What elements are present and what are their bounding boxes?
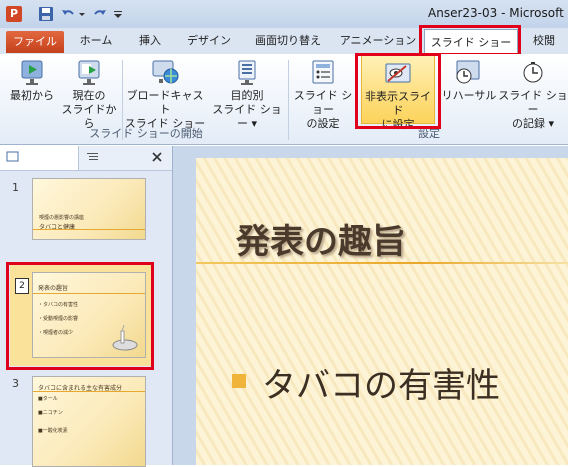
slide-thumbnail-3[interactable]: タバコに含まれる主な有害成分 ■タール ■ニコチン ■一酸化炭素 [32,376,146,467]
thumbnail-text: ■タール [38,396,58,402]
rehearse-timings-button[interactable]: リハーサル [440,54,498,126]
slide-canvas[interactable] [196,158,568,465]
ashtray-illustration [112,325,138,351]
custom-slide-show-button[interactable]: 目的別 スライド ショー ▾ [210,54,284,130]
ribbon-group-separator [288,60,289,140]
ribbon: 最初から 現在の スライドから ブロードキャスト スライド ショー 目的別 スラ… [0,54,568,145]
slides-view-icon [6,151,19,162]
rehearse-timings-icon [455,60,483,86]
powerpoint-app-icon[interactable]: P [6,6,22,22]
tab-transitions[interactable]: 画面切り替え [246,28,330,54]
set-up-slide-show-label: スライド ショー の設定 [293,89,353,130]
set-up-slide-show-icon [309,60,337,86]
thumbnail-text: ・タバコの有害性 [38,302,79,308]
slide-number: 3 [12,377,19,390]
thumbnail-rule [33,293,145,294]
undo-icon[interactable] [60,6,76,22]
broadcast-slide-show-label: ブロードキャスト スライド ショー [124,89,206,130]
tab-slide-show[interactable]: スライド ショー [424,29,518,55]
hidden-slide-number: 2 [15,278,29,294]
tab-review[interactable]: 校閲 [524,28,564,54]
slide-title[interactable]: 発表の趣旨 [236,214,406,263]
set-up-slide-show-button[interactable]: スライド ショー の設定 [290,54,356,130]
ribbon-tab-bar: ファイル ホーム 挿入 デザイン 画面切り替え アニメーション スライド ショー… [0,28,568,55]
tab-design[interactable]: デザイン [178,28,240,54]
save-icon[interactable] [38,6,54,22]
play-from-current-icon [75,60,103,86]
group-label-set-up: 設定 [418,127,440,140]
outline-view-icon [87,153,98,160]
hide-slide-button[interactable]: 非表示スライド に設定 [361,54,435,131]
slide-thumbnail-1[interactable]: 喫煙の悪影響の講座 タバコと健康 [32,178,146,240]
record-slide-show-label: スライド ショー の記録 ▾ [498,89,568,130]
custom-slide-show-label: 目的別 スライド ショー ▾ [212,89,282,130]
record-slide-show-icon [519,60,547,86]
tab-file[interactable]: ファイル [6,31,64,53]
thumbnail-text: 発表の趣旨 [38,285,69,292]
tab-home[interactable]: ホーム [70,28,122,54]
thumbnail-text: ■一酸化炭素 [38,428,68,434]
thumbnail-rule [33,391,145,392]
window-title: Anser23-03 - Microsoft P [428,6,568,20]
hide-slide-icon [384,61,412,87]
slide-thumbnail-2[interactable]: 発表の趣旨 ・タバコの有害性 ・受動喫煙の影響 ・喫煙者の減少 [32,272,146,358]
thumbnail-text: ・喫煙者の減少 [38,330,74,336]
from-current-slide-label: 現在の スライドから [61,89,117,130]
thumbnail-rule [33,229,145,230]
slide-number: 1 [12,181,19,194]
tab-insert[interactable]: 挿入 [128,28,172,54]
broadcast-globe-icon [151,60,179,86]
from-current-slide-button[interactable]: 現在の スライドから [58,54,120,130]
slide-bullet-text[interactable]: タバコの有害性 [262,358,500,407]
from-beginning-button[interactable]: 最初から [6,54,58,126]
group-label-start-slide-show: スライド ショーの開始 [89,127,203,140]
tab-animations[interactable]: アニメーション [336,28,420,54]
play-from-start-icon [18,60,46,86]
rehearse-timings-label: リハーサル [441,89,497,102]
custom-slide-show-icon [233,60,261,86]
thumbnail-text: ・受動喫煙の影響 [38,316,79,322]
from-beginning-label: 最初から [10,89,54,102]
redo-icon[interactable] [92,6,108,22]
slide-title-rule [196,262,568,264]
thumbnail-text: 喫煙の悪影響の講座 [39,215,85,221]
thumbnail-text: ■ニコチン [38,410,63,416]
record-slide-show-button[interactable]: スライド ショー の記録 ▾ [498,54,568,130]
undo-dropdown-icon[interactable] [78,6,86,22]
bullet-marker [232,374,246,388]
slides-pane-tabs [0,146,172,171]
customize-qat-icon[interactable] [112,6,124,22]
tab-slides-view[interactable] [0,146,79,170]
close-pane-icon[interactable] [150,150,164,164]
broadcast-slide-show-button[interactable]: ブロードキャスト スライド ショー [124,54,206,130]
tab-outline-view[interactable] [80,146,140,170]
